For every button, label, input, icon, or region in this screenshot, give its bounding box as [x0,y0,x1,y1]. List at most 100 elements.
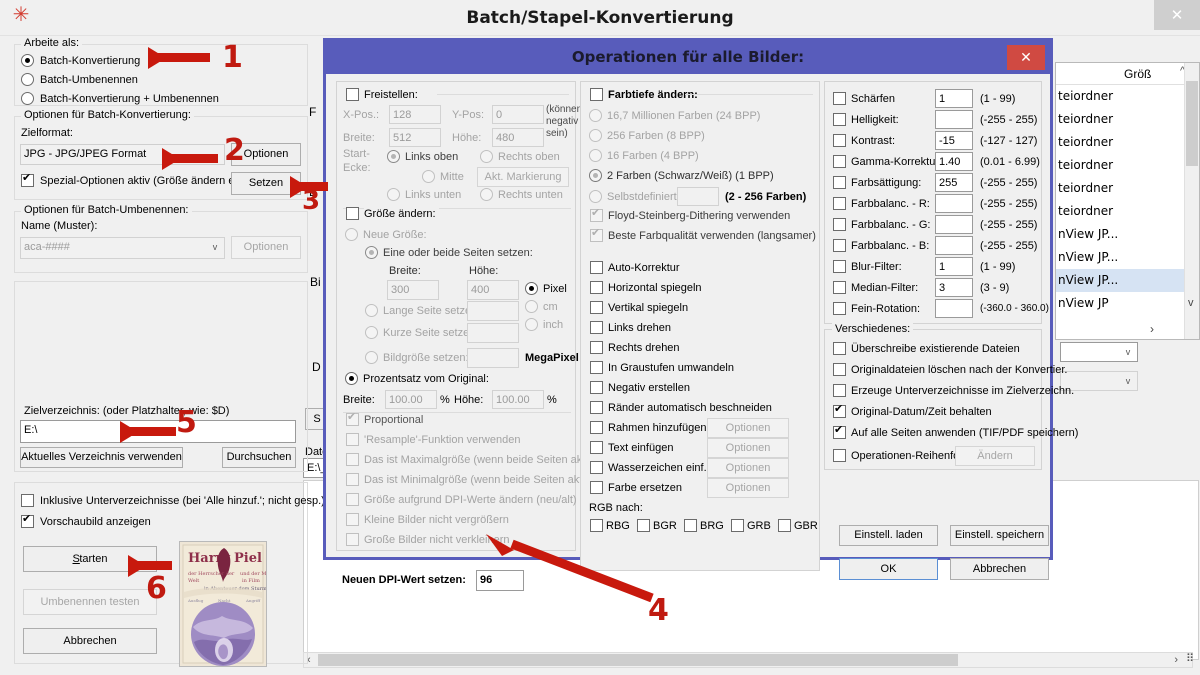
label-original-datum[interactable]: Original-Datum/Zeit behalten [851,406,992,418]
radio-label-batch-konvertierung-umbenennen[interactable]: Batch-Konvertierung + Umbenennen [40,93,219,105]
label-ueberschreibe[interactable]: Überschreibe existierende Dateien [851,343,1020,355]
close-icon[interactable]: ✕ [1007,45,1045,70]
kurze-seite-field[interactable] [467,323,519,343]
checkbox-rbg[interactable] [590,519,603,532]
radio-prozentsatz[interactable] [345,372,358,385]
label-blur-filter[interactable]: Blur-Filter: [851,261,902,273]
crop-width-field[interactable]: 512 [389,128,441,147]
checkbox-groesse-aendern[interactable] [346,207,359,220]
custom-colors-field[interactable] [677,187,719,206]
aendern-button[interactable]: Ändern [955,446,1035,466]
farbbalance-r-field[interactable] [935,194,973,213]
ok-button[interactable]: OK [839,558,938,580]
ypos-field[interactable]: 0 [492,105,544,124]
radio-1bpp[interactable] [589,169,602,182]
label-farbbalance-g[interactable]: Farbbalanc. - G: [851,219,930,231]
label-originaldateien-loeschen[interactable]: Originaldateien löschen nach der Konvert… [851,364,1067,376]
label-dpi-groesse[interactable]: Größe aufgrund DPI-Werte ändern (neu/alt… [364,494,577,506]
checkbox-grb[interactable] [731,519,744,532]
radio-rechts-oben[interactable] [480,150,493,163]
text-options-button[interactable]: Optionen [707,438,789,458]
label-grb[interactable]: GRB [747,520,771,532]
scrollbar-thumb[interactable] [1186,81,1198,166]
farbbalance-b-field[interactable] [935,236,973,255]
label-alle-seiten[interactable]: Auf alle Seiten anwenden (TIF/PDF speich… [851,427,1078,439]
name-pattern-combo[interactable]: aca-#### v [20,237,225,259]
checkbox-schaerfen[interactable] [833,92,846,105]
file-list[interactable]: Größ ^ teiordner teiordner teiordner tei… [1055,62,1200,340]
checkbox-graustufen[interactable] [590,361,603,374]
target-dir-field[interactable]: E:\ [20,420,296,443]
fein-rotation-field[interactable] [935,299,973,318]
wasserzeichen-options-button[interactable]: Optionen [707,458,789,478]
list-item[interactable]: teiordner [1056,108,1199,131]
load-settings-button[interactable]: Einstell. laden [839,525,938,546]
checkbox-farbbalance-g[interactable] [833,218,846,231]
horizontal-scrollbar[interactable]: ‹ › [303,652,1193,668]
label-kontrast[interactable]: Kontrast: [851,135,895,147]
farbbalance-g-field[interactable] [935,215,973,234]
akt-markierung-button[interactable]: Akt. Markierung [477,167,569,187]
label-raender-beschneiden[interactable]: Ränder automatisch beschneiden [608,402,772,414]
checkbox-wasserzeichen[interactable] [590,461,603,474]
checkbox-show-preview[interactable] [21,513,34,528]
checkbox-operationen-reihenfolge[interactable] [833,449,846,462]
label-helligkeit[interactable]: Helligkeit: [851,114,899,126]
label-maximalgroesse[interactable]: Das ist Maximalgröße (wenn beide Seiten … [364,454,593,466]
label-prozentsatz[interactable]: Prozentsatz vom Original: [363,373,492,385]
label-rbg[interactable]: RBG [606,520,630,532]
rahmen-options-button[interactable]: Optionen [707,418,789,438]
list-item[interactable]: teiordner [1056,154,1199,177]
checkbox-rechts-drehen[interactable] [590,341,603,354]
label-rechts-drehen[interactable]: Rechts drehen [608,342,680,354]
label-fein-rotation[interactable]: Fein-Rotation: [851,303,920,315]
target-format-field[interactable]: JPG - JPG/JPEG Format [20,144,225,165]
checkbox-links-drehen[interactable] [590,321,603,334]
use-current-dir-button[interactable]: Aktuelles Verzeichnis verwenden [20,447,183,468]
checkbox-auto-korrektur[interactable] [590,261,603,274]
label-resample[interactable]: 'Resample'-Funktion verwenden [364,434,520,446]
checkbox-kleine-bilder[interactable] [346,513,359,526]
chevron-down-icon[interactable]: v [1188,297,1194,309]
label-farbbalance-r[interactable]: Farbbalanc. - R: [851,198,930,210]
radio-label-batch-konvertierung[interactable]: Batch-Konvertierung [40,55,140,67]
label-links-drehen[interactable]: Links drehen [608,322,671,334]
list-item[interactable]: nView JP [1056,292,1199,310]
checkbox-dpi-groesse[interactable] [346,493,359,506]
checkbox-alle-seiten[interactable] [833,424,846,439]
label-unterverzeichnisse[interactable]: Erzeuge Unterverzeichnisse im Zielverzei… [851,385,1074,397]
label-24bpp[interactable]: 16,7 Millionen Farben (24 BPP) [607,110,760,122]
bg-combo-1[interactable]: v [1060,342,1138,362]
label-auto-korrektur[interactable]: Auto-Korrektur [608,262,680,274]
checkbox-bgr[interactable] [637,519,650,532]
label-eine-oder-beide[interactable]: Eine oder beide Seiten setzen: [383,247,533,259]
kontrast-field[interactable]: -15 [935,131,973,150]
percent-height-field[interactable]: 100.00 [492,390,544,409]
checkbox-original-datum[interactable] [833,403,846,418]
helligkeit-field[interactable] [935,110,973,129]
checkbox-dithering[interactable] [590,207,603,222]
start-button[interactable]: Starten [23,546,157,572]
radio-kurze-seite[interactable] [365,326,378,339]
radio-4bpp[interactable] [589,149,602,162]
radio-unit-inch[interactable] [525,318,538,331]
label-text[interactable]: Text einfügen [608,442,673,454]
radio-links-unten[interactable] [387,188,400,201]
label-unit-cm[interactable]: cm [543,301,558,313]
label-proportional[interactable]: Proportional [364,414,423,426]
list-item[interactable]: teiordner [1056,177,1199,200]
label-farbsaettigung[interactable]: Farbsättigung: [851,177,921,189]
cancel-button[interactable]: Abbrechen [950,558,1049,580]
browse-button[interactable]: Durchsuchen [222,447,296,468]
resize-grip-icon[interactable]: ⠿ [1186,652,1194,665]
radio-batch-umbenennen[interactable] [21,73,34,86]
label-show-preview[interactable]: Vorschaubild anzeigen [40,516,151,528]
label-bildgroesse[interactable]: Bildgröße setzen: [383,352,469,364]
bildgroesse-field[interactable] [467,348,519,368]
checkbox-resample[interactable] [346,433,359,446]
label-special-options[interactable]: Spezial-Optionen aktiv (Größe ändern etc… [40,175,250,187]
label-8bpp[interactable]: 256 Farben (8 BPP) [607,130,705,142]
schaerfen-field[interactable]: 1 [935,89,973,108]
dpi-field[interactable]: 96 [476,570,524,591]
label-unit-inch[interactable]: inch [543,319,563,331]
